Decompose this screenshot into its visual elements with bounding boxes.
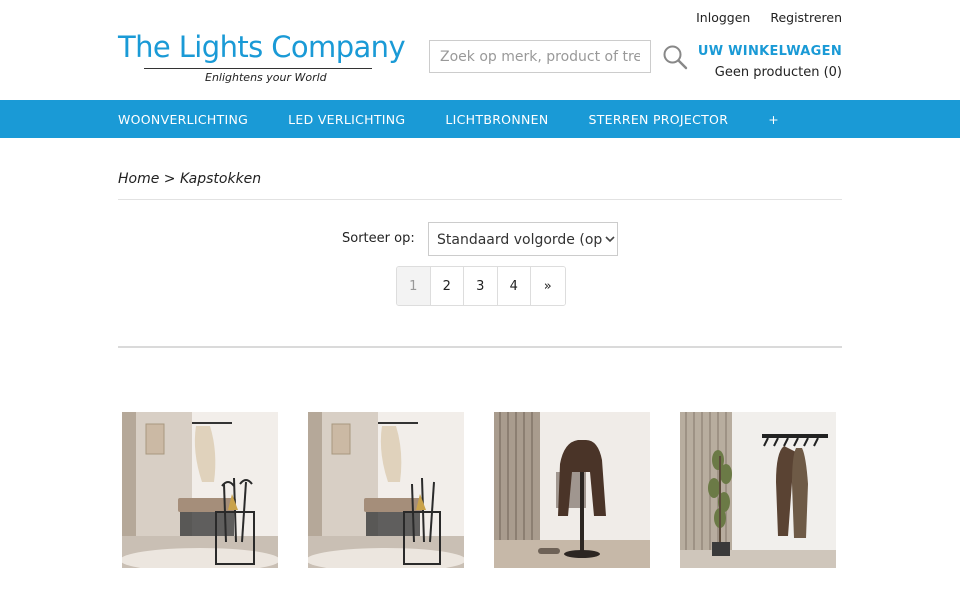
sort-selected-value: Standaard volgorde (oplopend) xyxy=(437,232,617,248)
site-logo[interactable]: The Lights Company Enlightens your World xyxy=(118,30,406,88)
cart[interactable]: UW WINKELWAGEN Geen producten (0) xyxy=(698,44,842,80)
search-box xyxy=(429,40,651,73)
register-link[interactable]: Registreren xyxy=(770,10,842,25)
logo-tagline: Enlightens your World xyxy=(205,71,327,84)
search-icon[interactable] xyxy=(662,44,688,70)
nav-item-woonverlichting[interactable]: WOONVERLICHTING xyxy=(118,112,248,127)
login-link[interactable]: Inloggen xyxy=(696,10,750,25)
product-image-valet-stand[interactable] xyxy=(494,412,650,568)
divider xyxy=(118,199,842,200)
cart-title[interactable]: UW WINKELWAGEN xyxy=(698,44,842,59)
nav-item-lichtbronnen[interactable]: LICHTBRONNEN xyxy=(445,112,548,127)
page-next[interactable]: » xyxy=(531,267,565,305)
page-3[interactable]: 3 xyxy=(464,267,498,305)
pagination: 1 2 3 4 » xyxy=(396,266,566,306)
logo-title: The Lights Company xyxy=(118,30,406,64)
nav-item-led-verlichting[interactable]: LED VERLICHTING xyxy=(288,112,405,127)
page-4[interactable]: 4 xyxy=(497,267,531,305)
cart-count: Geen producten (0) xyxy=(714,65,842,80)
product-image-umbrella-stand[interactable] xyxy=(308,412,464,568)
account-links: Inloggen Registreren xyxy=(696,10,842,25)
sort-label: Sorteer op: xyxy=(342,231,415,246)
logo-underline xyxy=(144,68,372,69)
chevron-down-icon xyxy=(603,223,617,255)
nav-item-sterren-projector[interactable]: STERREN PROJECTOR xyxy=(588,112,728,127)
product-image-wall-coat-rack[interactable] xyxy=(680,412,836,568)
breadcrumb[interactable]: Home > Kapstokken xyxy=(118,171,261,187)
divider xyxy=(118,346,842,348)
product-image-umbrella-stand[interactable] xyxy=(122,412,278,568)
page-2[interactable]: 2 xyxy=(430,267,464,305)
nav-item-more[interactable]: + xyxy=(768,112,779,127)
main-nav: WOONVERLICHTING LED VERLICHTING LICHTBRO… xyxy=(0,100,960,138)
header: The Lights Company Enlightens your World… xyxy=(0,0,960,100)
sort-select[interactable]: Standaard volgorde (oplopend) xyxy=(428,222,618,256)
search-input[interactable] xyxy=(430,41,650,72)
page-1[interactable]: 1 xyxy=(397,267,431,305)
